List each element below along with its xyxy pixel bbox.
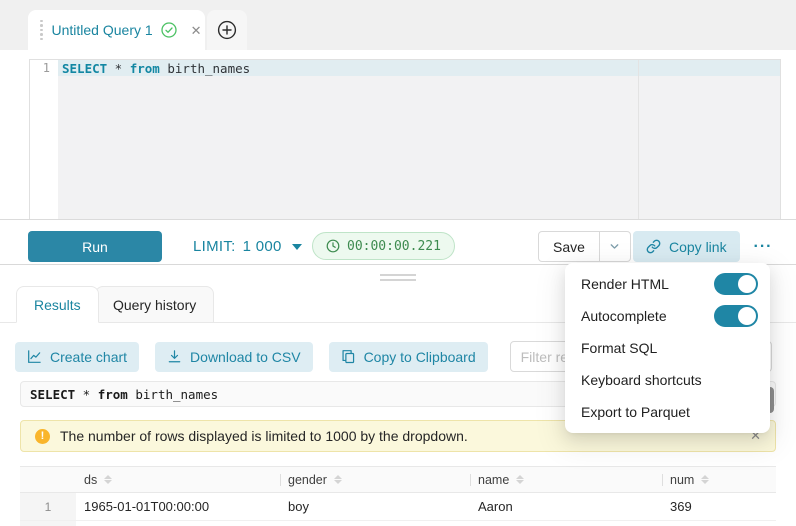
cell-name: Aaron [470, 493, 662, 520]
query-timer-badge: 00:00:00.221 [312, 232, 455, 260]
results-table: ds gender name num 1 1965-01-01T00:00:00… [20, 466, 776, 526]
cell-gender: boy [280, 493, 470, 520]
row-index-cell: 1 [20, 493, 76, 520]
options-dropdown-menu: Render HTML Autocomplete Format SQL Keyb… [565, 263, 770, 433]
sort-icon[interactable] [104, 475, 112, 484]
menu-item-label: Format SQL [581, 340, 758, 356]
plus-circle-icon [217, 20, 237, 40]
menu-item-autocomplete[interactable]: Autocomplete [565, 300, 770, 332]
new-query-tab-button[interactable] [207, 10, 247, 50]
autocomplete-toggle[interactable] [714, 305, 758, 327]
line-number: 1 [30, 60, 58, 75]
menu-item-render-html[interactable]: Render HTML [565, 268, 770, 300]
chart-icon [27, 349, 42, 364]
tab-results[interactable]: Results [16, 286, 99, 323]
tab-query-history[interactable]: Query history [95, 286, 214, 323]
sql-lab-window: Untitled Query 1 ✕ 1 SELECT * from birth… [0, 0, 796, 526]
sql-table-name: birth_names [128, 387, 218, 402]
warning-icon: ! [35, 429, 50, 444]
sql-keyword: SELECT [62, 61, 107, 76]
sql-star: * [107, 61, 130, 76]
menu-item-export-parquet[interactable]: Export to Parquet [565, 396, 770, 428]
download-csv-label: Download to CSV [190, 349, 301, 365]
menu-item-label: Render HTML [581, 276, 714, 292]
sql-keyword: SELECT [30, 387, 75, 402]
tab-untitled-query-1[interactable]: Untitled Query 1 ✕ [28, 10, 205, 50]
sql-keyword: from [130, 61, 160, 76]
render-html-toggle[interactable] [714, 273, 758, 295]
more-options-button[interactable]: ··· [746, 231, 780, 262]
download-icon [167, 349, 182, 364]
header-label: name [478, 473, 509, 487]
editor-gutter: 1 [30, 60, 58, 219]
elapsed-time: 00:00:00.221 [347, 239, 441, 254]
create-chart-button[interactable]: Create chart [15, 342, 139, 372]
menu-item-keyboard-shortcuts[interactable]: Keyboard shortcuts [565, 364, 770, 396]
cell-num: 369 [662, 493, 776, 520]
copy-link-label: Copy link [669, 239, 727, 255]
alert-message: The number of rows displayed is limited … [60, 428, 468, 444]
print-margin-line [638, 60, 639, 219]
save-options-button[interactable] [599, 232, 630, 261]
copy-link-button[interactable]: Copy link [633, 231, 740, 262]
copy-to-clipboard-label: Copy to Clipboard [364, 349, 476, 365]
menu-item-label: Autocomplete [581, 308, 714, 324]
table-row-partial [20, 521, 776, 526]
menu-item-format-sql[interactable]: Format SQL [565, 332, 770, 364]
copy-icon [341, 349, 356, 364]
column-header-gender[interactable]: gender [280, 467, 470, 492]
column-header-name[interactable]: name [470, 467, 662, 492]
menu-item-label: Keyboard shortcuts [581, 372, 758, 388]
drag-handle-icon[interactable] [40, 20, 43, 41]
sort-icon[interactable] [701, 475, 709, 484]
column-header-ds[interactable]: ds [76, 467, 280, 492]
sql-table-name: birth_names [160, 61, 250, 76]
sort-icon[interactable] [516, 475, 524, 484]
header-label: gender [288, 473, 327, 487]
limit-label: LIMIT: [193, 238, 236, 255]
row-index-header [20, 467, 76, 492]
sql-editor[interactable]: 1 SELECT * from birth_names [29, 59, 781, 219]
run-button[interactable]: Run [28, 231, 162, 262]
clock-icon [326, 239, 340, 253]
pane-resize-handle[interactable] [380, 274, 416, 284]
sql-code-line[interactable]: SELECT * from birth_names [62, 61, 250, 76]
query-success-icon [161, 22, 177, 38]
header-label: num [670, 473, 694, 487]
link-icon [646, 239, 661, 254]
sql-star: * [75, 387, 98, 402]
table-header-row: ds gender name num [20, 466, 776, 493]
copy-to-clipboard-button[interactable]: Copy to Clipboard [329, 342, 488, 372]
caret-down-icon [292, 244, 302, 250]
close-tab-icon[interactable]: ✕ [191, 24, 202, 37]
column-header-num[interactable]: num [662, 467, 776, 492]
limit-dropdown[interactable]: LIMIT: 1 000 [193, 231, 302, 262]
download-csv-button[interactable]: Download to CSV [155, 342, 313, 372]
chevron-down-icon [609, 241, 620, 252]
menu-item-label: Export to Parquet [581, 404, 758, 420]
run-toolbar: Run LIMIT: 1 000 00:00:00.221 Save Copy … [0, 219, 796, 264]
sql-keyword: from [98, 387, 128, 402]
header-label: ds [84, 473, 97, 487]
limit-value: 1 000 [243, 238, 282, 255]
query-tab-strip: Untitled Query 1 ✕ [0, 0, 796, 50]
table-row[interactable]: 1 1965-01-01T00:00:00 boy Aaron 369 [20, 493, 776, 521]
query-tab-title: Untitled Query 1 [52, 22, 153, 38]
cell-ds: 1965-01-01T00:00:00 [76, 493, 280, 520]
sort-icon[interactable] [334, 475, 342, 484]
save-split-button: Save [538, 231, 631, 262]
create-chart-label: Create chart [50, 349, 127, 365]
save-button[interactable]: Save [539, 232, 599, 261]
